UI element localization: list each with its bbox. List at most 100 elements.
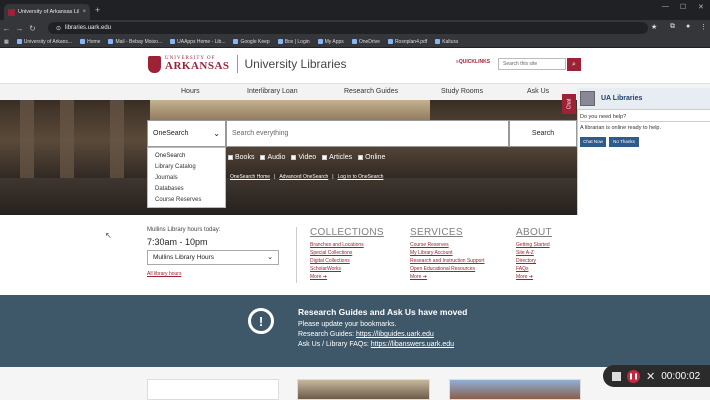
about-link[interactable]: FAQs (516, 266, 529, 272)
about-link[interactable]: Site A-Z (516, 250, 534, 256)
bookmark-icon (317, 39, 323, 44)
maximize-icon[interactable]: ☐ (680, 3, 686, 11)
forward-icon[interactable]: → (13, 24, 26, 33)
site-header (0, 48, 710, 83)
bookmark-star-icon[interactable]: ★ (651, 23, 657, 31)
filter-books[interactable]: Books (228, 154, 254, 161)
library-hours-select[interactable]: Mullins Library Hours ⌄ (147, 250, 279, 265)
link-separator: | (274, 174, 276, 180)
chevron-down-icon: ⌄ (267, 254, 273, 261)
onesearch-input[interactable]: Search everything (226, 120, 509, 147)
stop-recording-icon[interactable] (612, 371, 621, 381)
onesearch-login-link[interactable]: Log in to OneSearch (338, 174, 384, 180)
onesearch-scope-select[interactable]: OneSearch ⌄ (147, 120, 226, 147)
nav-hours[interactable]: Hours (181, 88, 200, 95)
minimize-icon[interactable]: — (662, 3, 669, 10)
nav-study-rooms[interactable]: Study Rooms (441, 88, 483, 95)
services-link[interactable]: My Library Account (410, 250, 453, 256)
bookmark-item[interactable]: Kaltura (435, 39, 458, 45)
collections-link[interactable]: Branches and Locations (310, 242, 364, 248)
collections-more-link[interactable]: More ➔ (310, 274, 327, 280)
browser-tab-bar (0, 0, 710, 20)
services-link[interactable]: Research and Instruction Support (410, 258, 485, 264)
extensions-icon[interactable]: ⧉ (670, 23, 675, 31)
news-card-image[interactable] (297, 379, 430, 400)
nav-research-guides[interactable]: Research Guides (344, 88, 398, 95)
checkbox-icon[interactable] (228, 155, 233, 160)
site-search-button[interactable]: ⌕ (567, 58, 581, 71)
dropdown-option[interactable]: Journals (148, 173, 225, 184)
news-card[interactable] (147, 379, 279, 400)
nav-interlibrary-loan[interactable]: Interlibrary Loan (247, 88, 298, 95)
checkbox-icon[interactable] (291, 155, 297, 160)
browser-tab-title: University of Arkansas Libraries (18, 9, 79, 15)
apps-grid-icon[interactable]: ▦ (4, 39, 9, 45)
bookmark-item[interactable]: University of Arkans... (16, 39, 72, 45)
bookmark-item[interactable]: UAApps Home - Lib... (170, 39, 225, 45)
all-library-hours-link[interactable]: All library hours (147, 271, 181, 277)
collections-heading[interactable]: COLLECTIONS (310, 227, 384, 238)
news-card-image[interactable] (449, 379, 581, 400)
site-info-icon[interactable]: ⊙ (56, 25, 61, 32)
filter-audio[interactable]: Audio (260, 154, 285, 161)
checkbox-icon[interactable] (260, 155, 266, 160)
onesearch-button[interactable]: Search (509, 120, 577, 147)
bookmark-item[interactable]: Home (80, 39, 100, 45)
bookmark-item[interactable]: OneDrive (351, 39, 380, 45)
bookmark-item[interactable]: My Apps (317, 39, 344, 45)
chat-avatar-icon (580, 91, 595, 106)
close-icon[interactable]: ✕ (646, 370, 655, 383)
libanswers-link[interactable]: https://libanswers.uark.edu (371, 341, 454, 348)
checkbox-icon[interactable] (322, 155, 328, 160)
dropdown-option[interactable]: Databases (148, 184, 225, 195)
chat-message: A librarian is online ready to help. (580, 125, 662, 131)
university-logo[interactable]: UNIVERSITY OF ARKANSAS University Librar… (148, 55, 347, 73)
bookmark-icon (170, 39, 176, 44)
services-heading[interactable]: SERVICES (410, 227, 463, 238)
profile-icon[interactable]: ● (686, 23, 690, 30)
bookmark-icon (435, 39, 441, 44)
collections-link[interactable]: Special Collections (310, 250, 352, 256)
back-icon[interactable]: ← (0, 24, 13, 33)
services-more-link[interactable]: More ➔ (410, 274, 427, 280)
bookmark-item[interactable]: Rosnplan4.pdf (387, 39, 427, 45)
about-more-link[interactable]: More ➔ (516, 274, 533, 280)
filter-online[interactable]: Online (358, 154, 385, 161)
close-window-icon[interactable]: ✕ (698, 3, 704, 11)
hero-desks (0, 178, 577, 215)
address-bar[interactable]: ⊙ libraries.uark.edu (48, 22, 648, 34)
advanced-onesearch-link[interactable]: Advanced OneSearch (279, 174, 328, 180)
about-link[interactable]: Getting Started (516, 242, 550, 248)
collections-link[interactable]: Digital Collections (310, 258, 350, 264)
dropdown-option[interactable]: Course Reserves (148, 195, 225, 206)
dropdown-option[interactable]: OneSearch (148, 151, 225, 162)
filter-articles[interactable]: Articles (322, 154, 352, 161)
bookmark-item[interactable]: Mail - Bebay Moiso... (108, 39, 162, 45)
filter-video[interactable]: Video (291, 154, 316, 161)
about-link[interactable]: Directory (516, 258, 536, 264)
quicklinks-link[interactable]: ≡QUICKLINKS (456, 59, 490, 65)
browser-menu-icon[interactable]: ⋮ (700, 23, 707, 31)
nav-ask-us[interactable]: Ask Us (527, 88, 549, 95)
services-link[interactable]: Open Educational Resources (410, 266, 475, 272)
checkbox-icon[interactable] (358, 155, 364, 160)
new-tab-icon[interactable]: + (95, 5, 100, 15)
browser-tab[interactable]: University of Arkansas Libraries × (4, 4, 90, 20)
pause-icon[interactable]: ❚❚ (627, 369, 640, 383)
hours-time: 7:30am - 10pm (147, 237, 208, 247)
alert-icon: ! (248, 308, 274, 334)
chat-now-button[interactable]: Chat Now (580, 137, 606, 147)
close-tab-icon[interactable]: × (82, 9, 86, 15)
about-heading[interactable]: ABOUT (516, 227, 552, 238)
chat-tab[interactable]: Chat (562, 94, 576, 114)
services-link[interactable]: Course Reserves (410, 242, 449, 248)
libguides-link[interactable]: https://libguides.uark.edu (356, 331, 434, 338)
site-search-input[interactable]: Search this site (498, 58, 566, 70)
bookmark-item[interactable]: Box | Login (277, 39, 310, 45)
dropdown-option[interactable]: Library Catalog (148, 162, 225, 173)
bookmark-item[interactable]: Google Keep (233, 39, 270, 45)
reload-icon[interactable]: ↻ (26, 24, 39, 33)
onesearch-home-link[interactable]: OneSearch Home (230, 174, 270, 180)
no-thanks-button[interactable]: No Thanks (609, 137, 639, 147)
collections-link[interactable]: ScholarWorks (310, 266, 341, 272)
